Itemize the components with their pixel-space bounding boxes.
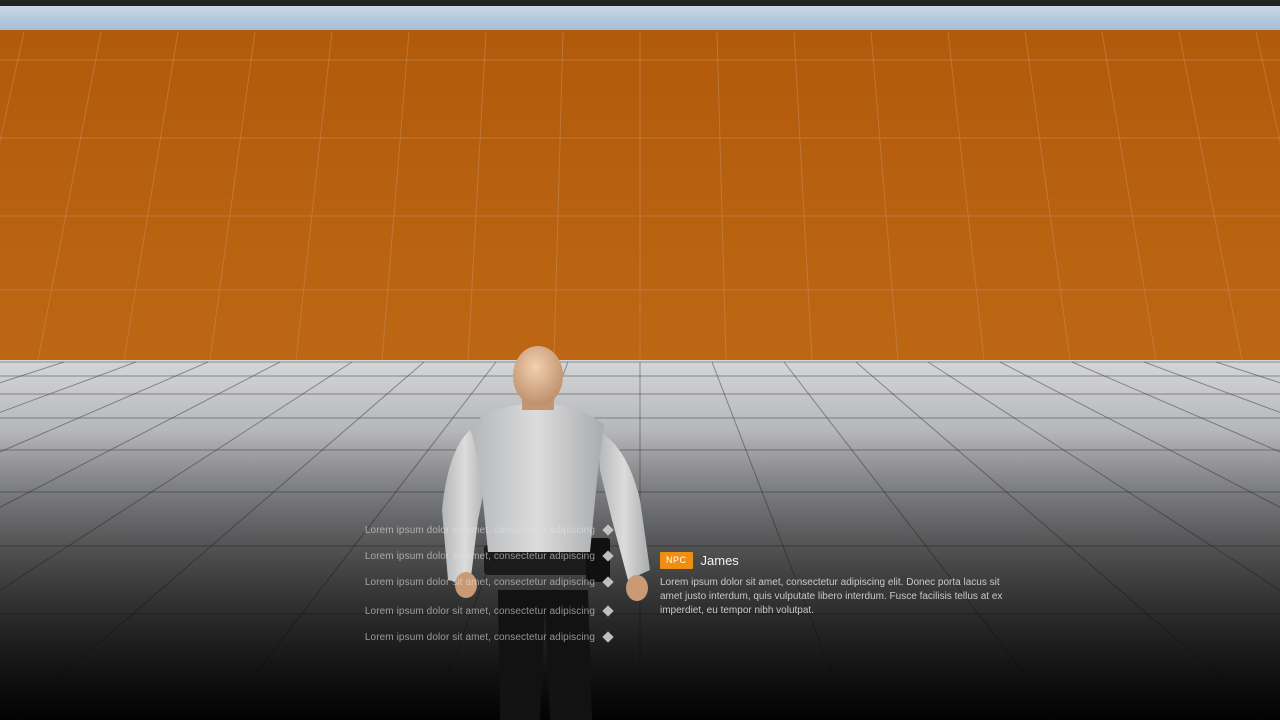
sky bbox=[0, 6, 1280, 34]
dialogue-option-1[interactable]: Lorem ipsum dolor sit amet, consectetur … bbox=[300, 520, 615, 540]
dialogue-option-text: Lorem ipsum dolor sit amet, consectetur … bbox=[364, 576, 595, 588]
dialogue-option-text: Lorem ipsum dolor sit amet, consectetur … bbox=[364, 524, 595, 536]
diamond-icon bbox=[602, 576, 614, 588]
npc-name: James bbox=[700, 552, 739, 568]
dialogue-option-2[interactable]: Lorem ipsum dolor sit amet, consectetur … bbox=[300, 546, 615, 566]
top-bar bbox=[0, 0, 1280, 6]
dialogue-option-5[interactable]: Lorem ipsum dolor sit amet, consectetur … bbox=[300, 627, 615, 647]
game-scene bbox=[0, 0, 1280, 720]
diamond-icon bbox=[602, 524, 614, 536]
diamond-icon bbox=[602, 631, 614, 643]
npc-badge: NPC bbox=[660, 551, 693, 569]
bottom-vignette bbox=[0, 430, 1280, 720]
dialogue-option-3[interactable]: Lorem ipsum dolor sit amet, consectetur … bbox=[300, 572, 615, 592]
npc-header: NPC James bbox=[660, 551, 1010, 569]
diamond-icon bbox=[602, 605, 614, 617]
dialogue-option-text: Lorem ipsum dolor sit amet, consectetur … bbox=[364, 550, 595, 562]
diamond-icon bbox=[602, 550, 614, 562]
npc-dialogue-panel: NPC James Lorem ipsum dolor sit amet, co… bbox=[660, 551, 1010, 618]
dialogue-option-text: Lorem ipsum dolor sit amet, consectetur … bbox=[364, 631, 595, 643]
dialogue-option-4[interactable]: Lorem ipsum dolor sit amet, consectetur … bbox=[300, 601, 615, 621]
dialogue-option-text: Lorem ipsum dolor sit amet, consectetur … bbox=[364, 605, 595, 617]
npc-dialogue-text: Lorem ipsum dolor sit amet, consectetur … bbox=[660, 577, 1003, 616]
